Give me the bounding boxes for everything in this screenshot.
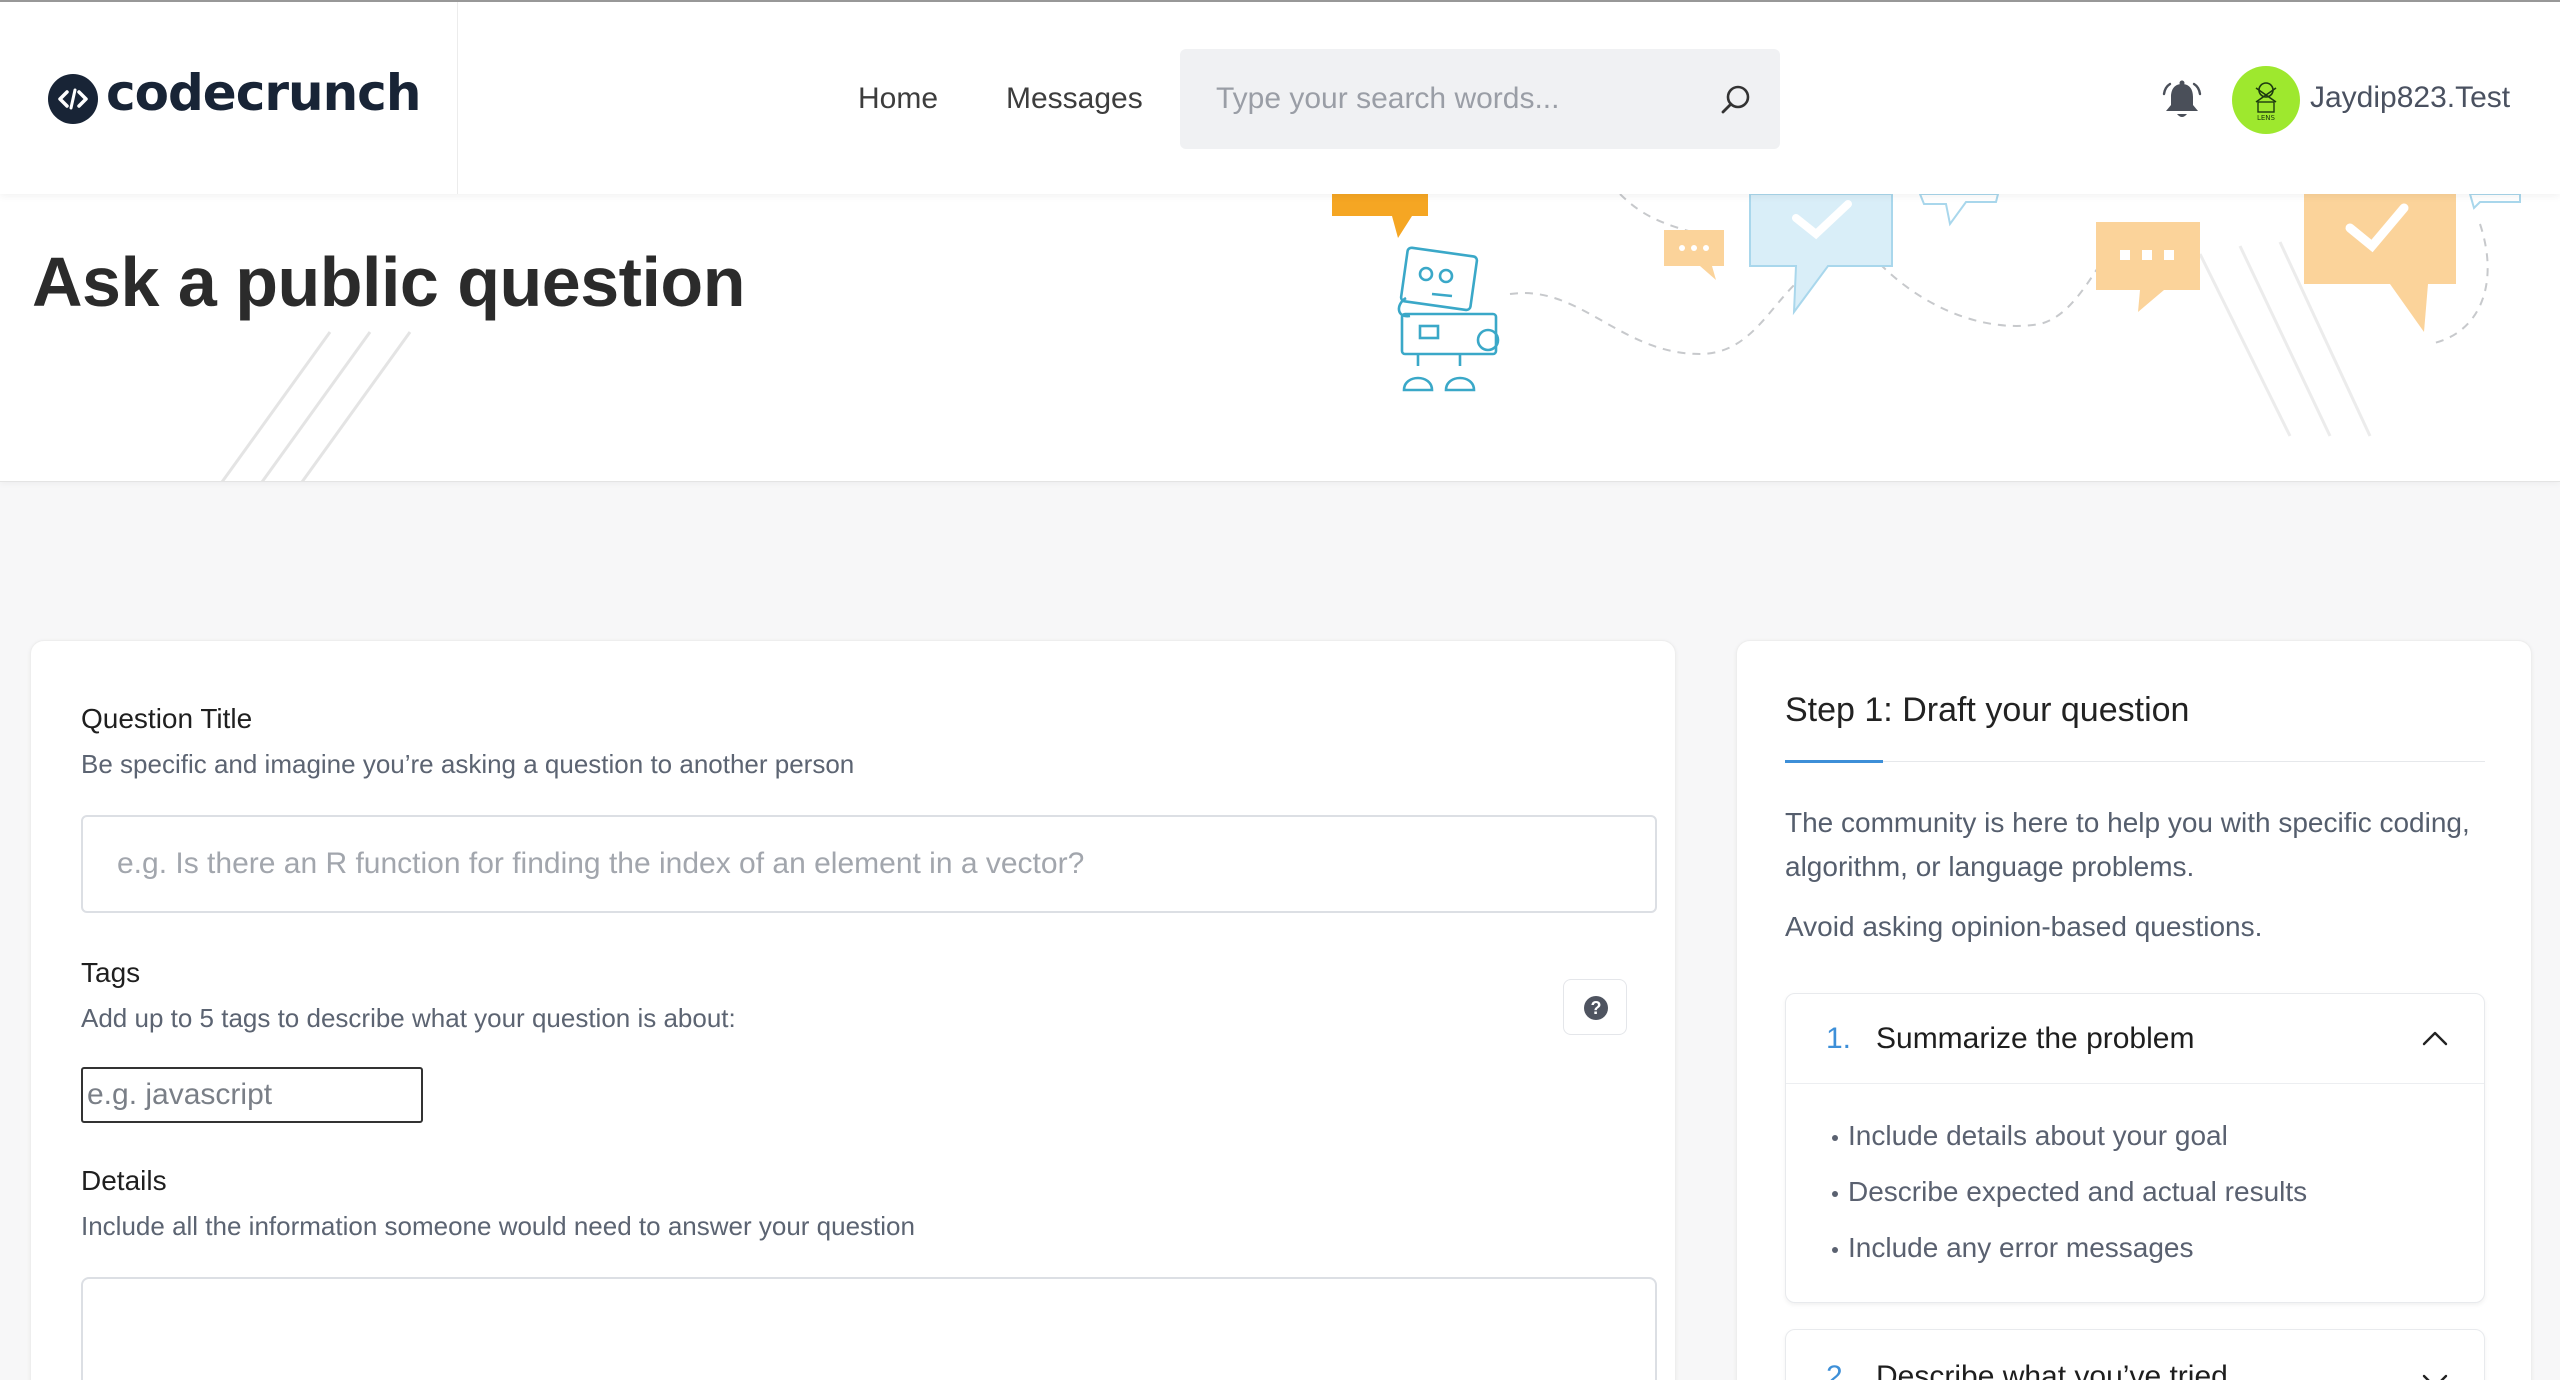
accordion-title: Describe what you’ve tried — [1876, 1360, 2228, 1380]
page-title: Ask a public question — [32, 243, 745, 321]
nav-home[interactable]: Home — [858, 82, 938, 116]
bell-icon[interactable] — [2160, 78, 2204, 122]
draft-guide-card: Step 1: Draft your question The communit… — [1736, 640, 2532, 1380]
page-banner: Ask a public question — [0, 194, 2560, 482]
question-mark-icon: ? — [1584, 996, 1608, 1020]
accordion-header-summarize[interactable]: 1. Summarize the problem — [1786, 994, 2484, 1084]
question-title-label: Question Title — [81, 703, 253, 734]
tags-input[interactable] — [81, 1067, 423, 1123]
list-item: Include details about your goal — [1832, 1120, 2228, 1152]
brand-name: codecrunch — [106, 64, 421, 122]
top-header: codecrunch Home Messages LENS Jaydip823.… — [0, 2, 2560, 194]
bullet-icon — [1832, 1246, 1838, 1253]
accordion-summarize: 1. Summarize the problem Include details… — [1785, 993, 2485, 1303]
step-divider — [1785, 761, 2485, 762]
step-accent-bar — [1785, 760, 1883, 763]
username[interactable]: Jaydip823.Test — [2310, 81, 2510, 115]
details-editor[interactable] — [81, 1277, 1657, 1380]
chevron-up-icon[interactable] — [2420, 1024, 2450, 1054]
tags-hint: Add up to 5 tags to describe what your q… — [81, 1003, 736, 1033]
step-title: Step 1: Draft your question — [1785, 691, 2190, 729]
tags-label: Tags — [81, 957, 141, 988]
banner-illustration — [220, 194, 2521, 482]
chevron-down-icon[interactable] — [2420, 1366, 2450, 1380]
code-logo-icon — [48, 74, 98, 124]
robot-illustration — [1397, 246, 1500, 392]
guide-intro: The community is here to help you with s… — [1785, 807, 2470, 882]
search-icon[interactable] — [1718, 82, 1754, 118]
accordion-tried: 2. Describe what you’ve tried — [1785, 1329, 2485, 1380]
guide-note: Avoid asking opinion-based questions. — [1785, 911, 2263, 942]
bullet-icon — [1832, 1190, 1838, 1197]
brand-logo[interactable]: codecrunch — [0, 2, 458, 194]
nav-messages[interactable]: Messages — [1006, 82, 1143, 116]
accordion-number: 1. — [1826, 1022, 1852, 1055]
list-item: Include any error messages — [1832, 1232, 2194, 1264]
search-box — [1180, 49, 1780, 149]
question-form-card: Question Title Be specific and imagine y… — [30, 640, 1676, 1380]
avatar[interactable]: LENS — [2232, 66, 2300, 134]
details-label: Details — [81, 1165, 167, 1196]
list-item: Describe expected and actual results — [1832, 1176, 2307, 1208]
bullet-icon — [1832, 1134, 1838, 1141]
search-input[interactable] — [1216, 79, 1696, 119]
accordion-number: 2. — [1826, 1360, 1852, 1380]
details-hint: Include all the information someone woul… — [81, 1211, 915, 1241]
accordion-header-tried[interactable]: 2. Describe what you’ve tried — [1786, 1330, 2484, 1380]
question-title-hint: Be specific and imagine you’re asking a … — [81, 749, 855, 779]
question-title-input[interactable] — [81, 815, 1657, 913]
tags-help-button[interactable]: ? — [1563, 979, 1627, 1035]
accordion-title: Summarize the problem — [1876, 1022, 2195, 1055]
svg-text:LENS: LENS — [2257, 114, 2276, 122]
